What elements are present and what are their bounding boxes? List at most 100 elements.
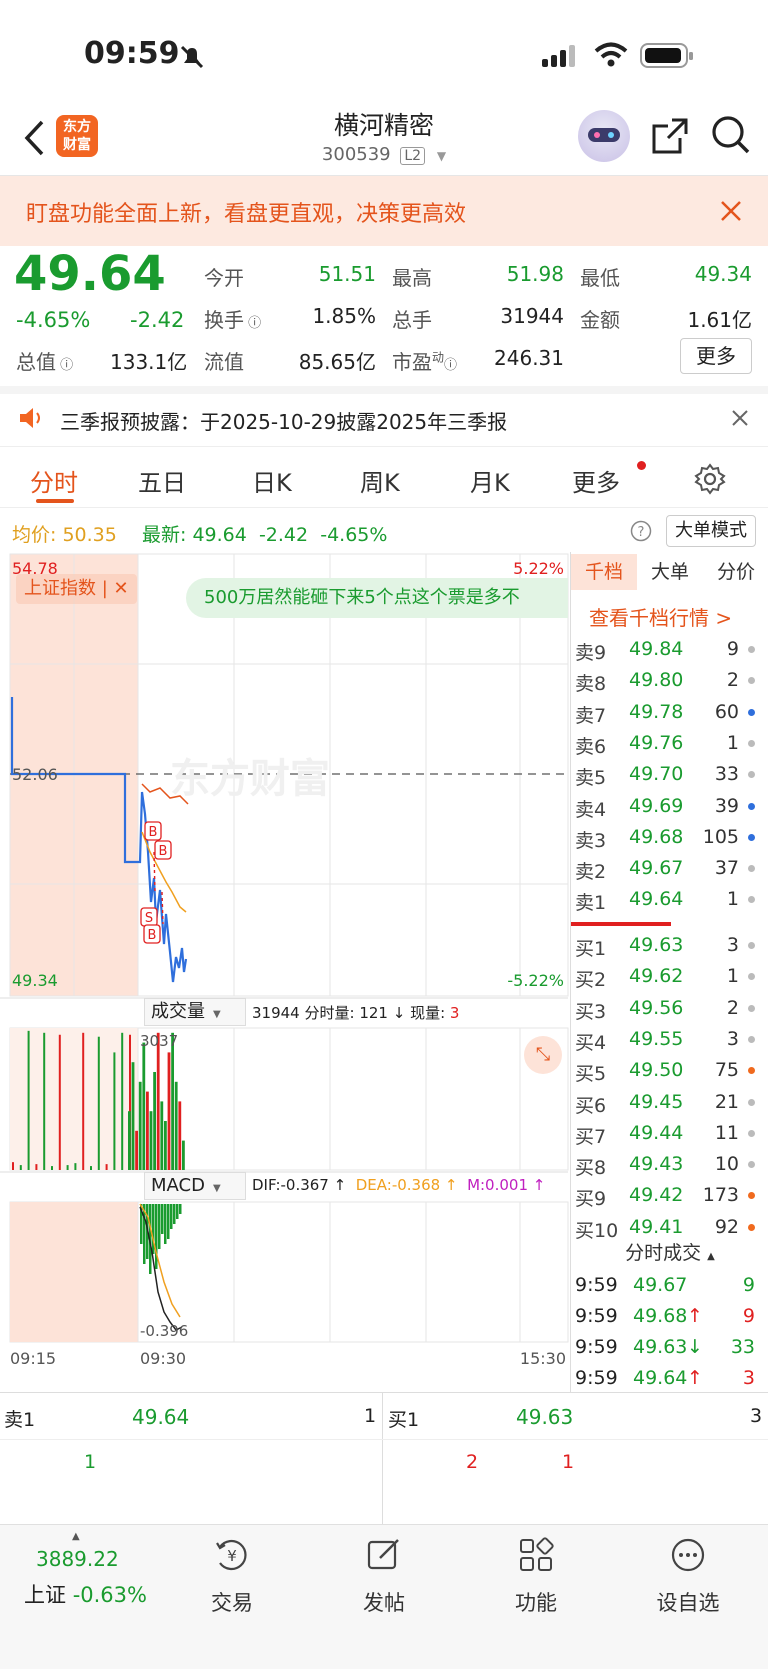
notice-bar[interactable]: 三季报预披露：于2025-10-29披露2025年三季报	[0, 386, 768, 446]
volume-bar	[82, 1032, 85, 1170]
ask-level-row[interactable]: 卖5 49.70 33	[571, 759, 761, 790]
red-dot-badge	[637, 461, 646, 470]
assistant-robot-icon[interactable]	[578, 110, 630, 162]
quote-panel: 49.64 -4.65% -2.42 总值 ⓘ 133.1亿 今开 51.51 …	[0, 246, 768, 386]
best-ask-price: 49.64	[132, 1405, 190, 1429]
macd-bar	[164, 1204, 167, 1244]
book-tab-price-dist[interactable]: 分价	[703, 554, 768, 590]
low-value: 49.34	[694, 262, 752, 286]
bid-level-volume: 10	[714, 1153, 739, 1176]
volume-bar	[182, 1140, 185, 1170]
bottom-tab-bar: ▲ 3889.22 上证 -0.63% ¥ 交易 发帖 功能 设自选	[0, 1524, 768, 1669]
tab-monthly-k[interactable]: 月K	[470, 463, 510, 498]
promo-banner[interactable]: 盯盘功能全面上新，看盘更直观，决策更高效	[0, 176, 768, 246]
bid-level-row[interactable]: 买5 49.50 75	[571, 1055, 761, 1086]
ask-level-row[interactable]: 卖3 49.68 105	[571, 822, 761, 853]
order-size-dot	[748, 1035, 755, 1043]
stock-code-row[interactable]: 300539 L2 ▼	[234, 144, 534, 165]
search-icon[interactable]	[710, 114, 752, 156]
volume-bar	[142, 1042, 146, 1170]
view-depth-link[interactable]: 查看千档行情 >	[589, 602, 732, 631]
tick-direction-icon: ↑	[687, 1305, 703, 1327]
tick-volume: 33	[730, 1336, 755, 1358]
tab-five-day[interactable]: 五日	[138, 463, 186, 498]
ask-level-row[interactable]: 卖9 49.84 9	[571, 634, 761, 665]
order-size-dot	[748, 1067, 755, 1075]
bid-level-row[interactable]: 买6 49.45 21	[571, 1087, 761, 1118]
close-icon[interactable]	[732, 410, 748, 426]
volume-bar	[164, 1121, 167, 1170]
svg-text:?: ?	[638, 525, 645, 540]
bid-level-price: 49.62	[629, 965, 684, 988]
ask-level-row[interactable]: 卖7 49.78 60	[571, 697, 761, 728]
share-icon[interactable]	[650, 116, 690, 156]
bid-level-row[interactable]: 买7 49.44 11	[571, 1118, 761, 1149]
volume-bar	[171, 1032, 174, 1170]
bid-level-row[interactable]: 买2 49.62 1	[571, 961, 761, 992]
bid-level-label: 买2	[575, 969, 607, 992]
bid-level-row[interactable]: 买1 49.63 3	[571, 930, 761, 961]
macd-indicator-select[interactable]: MACD ▼	[144, 1172, 246, 1200]
bid-level-row[interactable]: 买4 49.55 3	[571, 1024, 761, 1055]
ask-level-row[interactable]: 卖1 49.64 1	[571, 884, 761, 915]
gear-icon[interactable]	[694, 463, 726, 495]
open-label: 今开	[204, 266, 244, 290]
macd-min-label: -0.396	[140, 1322, 188, 1340]
intraday-chart[interactable]: 东方财富 B B S B 54.78 5.22% 52.06 49.34 -5.…	[0, 552, 570, 1392]
tab-intraday[interactable]: 分时	[30, 463, 78, 498]
ask-level-row[interactable]: 卖6 49.76 1	[571, 728, 761, 759]
time-open: 09:30	[140, 1349, 186, 1368]
time-end: 15:30	[520, 1349, 566, 1368]
ask-level-label: 卖4	[575, 798, 607, 821]
tick-direction-icon: ↑	[687, 1367, 703, 1389]
index-tag[interactable]: 上证指数 | ✕	[16, 574, 137, 604]
app-logo[interactable]: 东方 财富	[56, 115, 98, 157]
volume-indicator-select[interactable]: 成交量 ▼	[144, 998, 246, 1026]
comment-bubble[interactable]: 500万居然能砸下来5个点这个票是多不	[186, 578, 568, 618]
y-axis-top-pct: 5.22%	[513, 559, 564, 578]
price-summary-row: 均价: 50.35 最新: 49.64 -2.42 -4.65% ? 大单模式	[0, 508, 768, 552]
book-tab-depth[interactable]: 千档	[571, 554, 637, 590]
ask-queue-order: 1	[84, 1451, 97, 1473]
book-tab-big-orders[interactable]: 大单	[637, 554, 703, 590]
cellular-signal-icon	[542, 45, 575, 67]
volume-bar	[43, 1032, 46, 1170]
tick-volume: 9	[742, 1305, 755, 1327]
ask-level-row[interactable]: 卖4 49.69 39	[571, 791, 761, 822]
bid-level-row[interactable]: 买8 49.43 10	[571, 1149, 761, 1180]
bid-level-row[interactable]: 买9 49.42 173	[571, 1180, 761, 1211]
volume-bar	[149, 1111, 153, 1170]
ask-level-row[interactable]: 卖2 49.67 37	[571, 853, 761, 884]
high-label: 最高	[392, 266, 432, 290]
close-icon[interactable]	[720, 200, 742, 222]
index-ticker[interactable]: ▲ 3889.22 上证 -0.63%	[0, 1525, 156, 1635]
back-arrow-icon[interactable]	[22, 118, 46, 158]
bid-level-row[interactable]: 买3 49.56 2	[571, 993, 761, 1024]
tab-more[interactable]: 更多	[572, 463, 620, 498]
volume-bar	[121, 1032, 124, 1170]
tick-trades-title[interactable]: 分时成交 ▲	[571, 1238, 768, 1268]
active-tab-indicator	[36, 499, 74, 503]
expand-icon[interactable]: ⤡	[524, 1036, 562, 1074]
more-button[interactable]: 更多	[680, 338, 752, 374]
volume-bar	[174, 1081, 178, 1170]
help-icon[interactable]: ?	[630, 520, 652, 542]
ask-levels: 卖9 49.84 9 卖8 49.80 2 卖7 49.78 60 卖6 49.76 1 卖5 49.70…	[571, 634, 768, 914]
status-time: 09:59	[84, 36, 180, 71]
tick-volume: 9	[742, 1274, 755, 1296]
tab-daily-k[interactable]: 日K	[252, 463, 292, 498]
tab-features-label: 功能	[515, 1591, 557, 1615]
order-size-dot	[748, 1161, 755, 1169]
big-order-mode-button[interactable]: 大单模式	[666, 515, 756, 547]
trade-yen-icon: ¥	[216, 1539, 247, 1571]
ask-level-row[interactable]: 卖8 49.80 2	[571, 665, 761, 696]
volume-bar	[128, 1111, 131, 1170]
more-dots-icon	[671, 1538, 705, 1572]
ask-level-volume: 1	[726, 888, 739, 911]
tab-weekly-k[interactable]: 周K	[360, 463, 400, 498]
last-price: 49.64	[14, 246, 166, 302]
y-axis-mid: 52.06	[12, 765, 58, 784]
y-axis-bottom: 49.34	[12, 971, 58, 990]
ask-level-volume: 39	[714, 794, 739, 817]
tick-time: 9:59	[575, 1274, 618, 1296]
